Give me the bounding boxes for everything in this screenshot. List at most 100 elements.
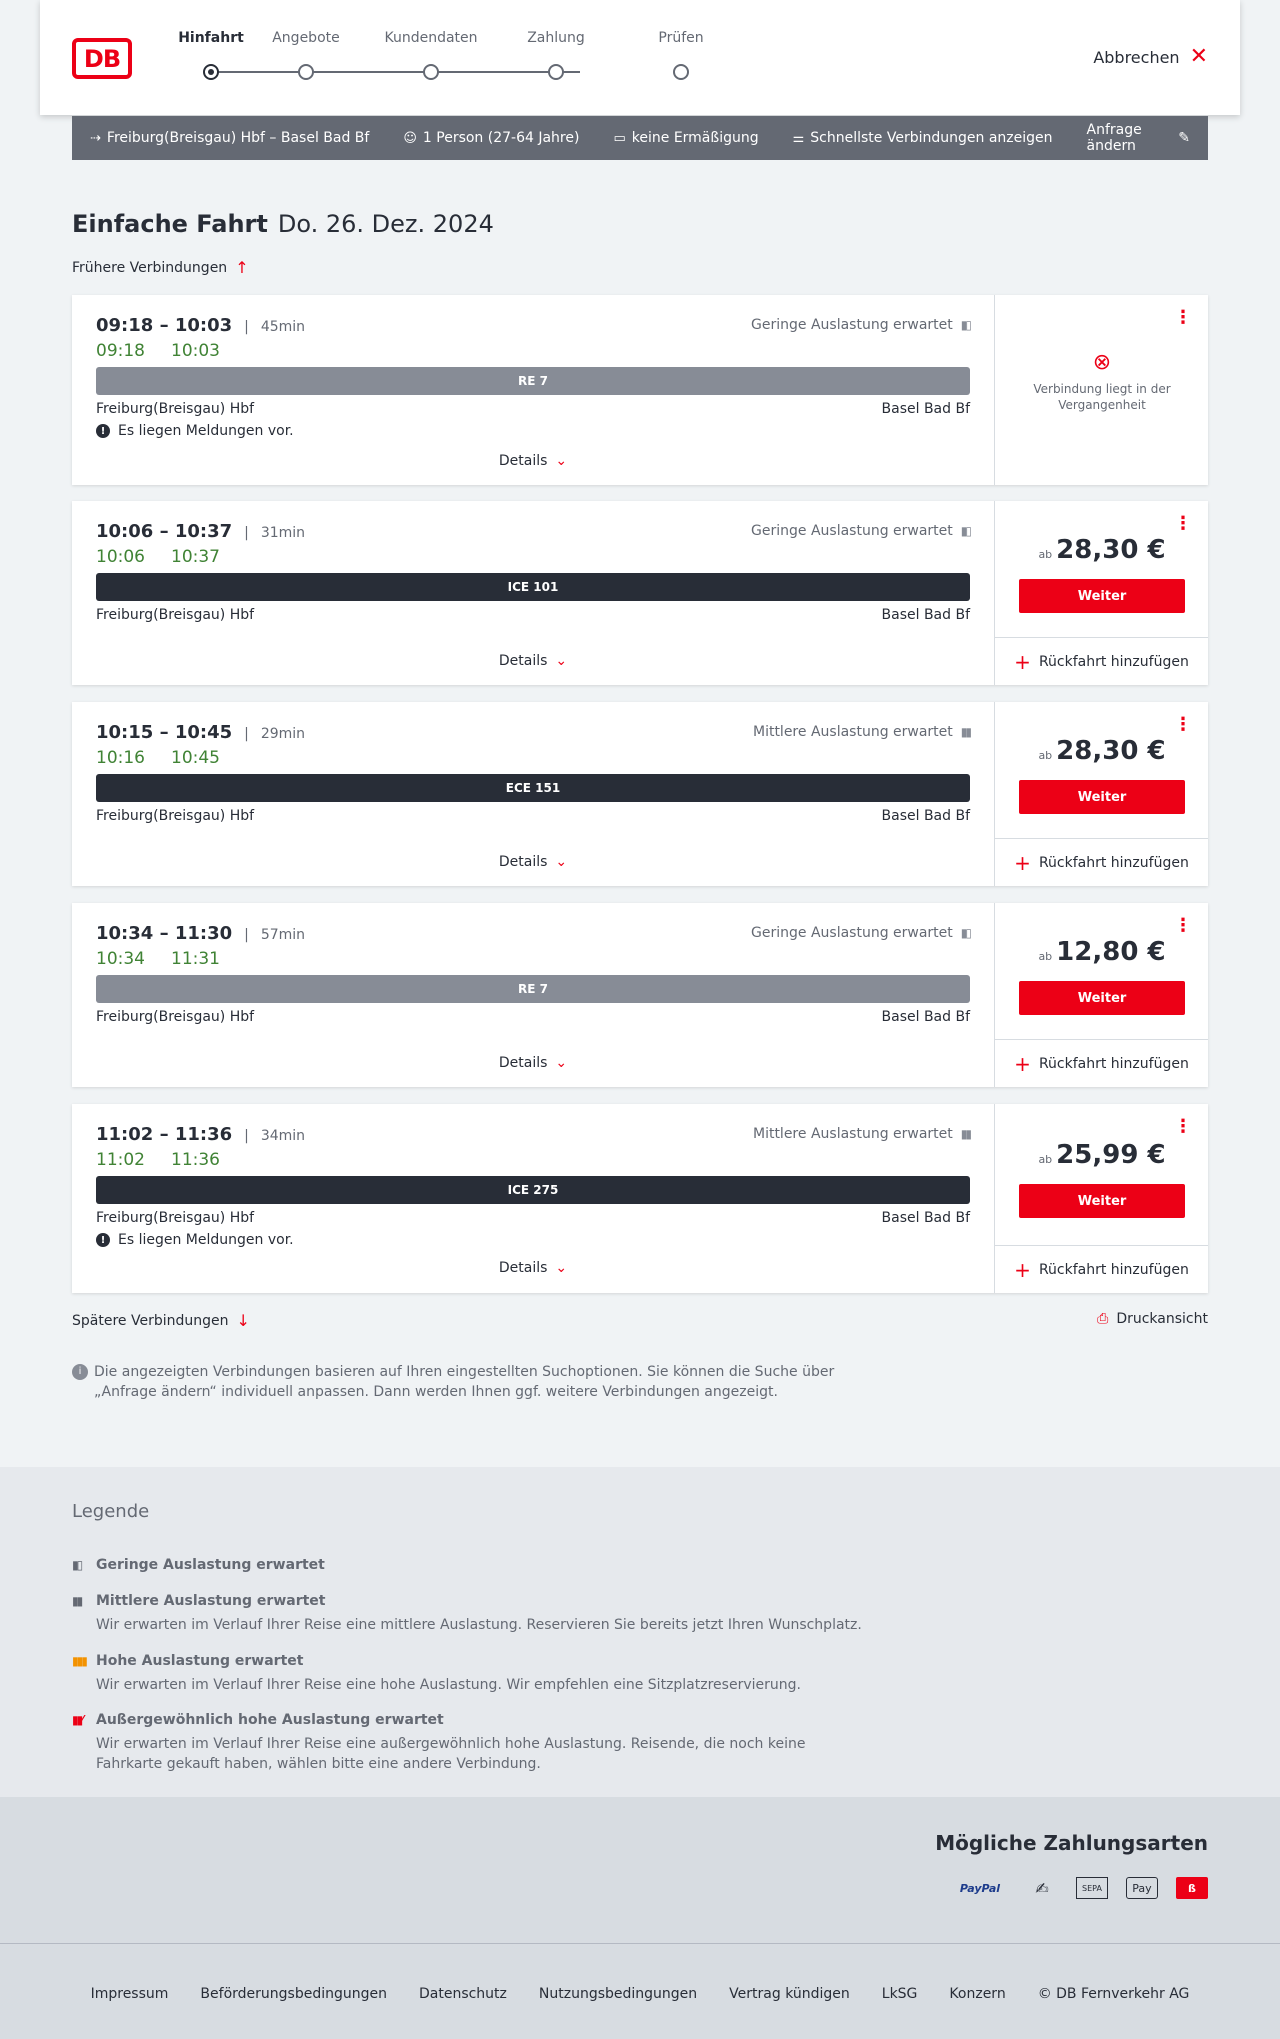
realtime-times: 09:18 10:03 xyxy=(96,341,220,361)
occupancy-label: Geringe Auslastung erwartet xyxy=(751,317,953,333)
step-dot xyxy=(423,64,439,80)
departure-station: Freiburg(Breisgau) Hbf xyxy=(96,607,255,623)
footer-link-konzern[interactable]: Konzern xyxy=(949,1986,1005,2002)
more-options-icon[interactable]: ⋮ xyxy=(1174,1116,1192,1137)
edit-query-button[interactable]: Anfrage ändern ✎ xyxy=(1087,122,1191,154)
train-bar[interactable]: RE 7 xyxy=(96,975,970,1003)
payment-icons: PayPal ✍ SEPA Pay ß xyxy=(952,1877,1208,1899)
realtime-departure: 09:18 xyxy=(96,341,145,361)
connection-times: 10:15 – 10:45 | 29min xyxy=(96,722,305,743)
separator: | xyxy=(244,927,249,943)
occupancy-info: Geringe Auslastung erwartet ▮▯ xyxy=(751,523,972,539)
train-bar[interactable]: ECE 151 xyxy=(96,774,970,802)
train-bar[interactable]: ICE 101 xyxy=(96,573,970,601)
details-toggle[interactable]: Details ⌄ xyxy=(72,453,994,469)
arrow-up-icon: ↑ xyxy=(235,258,249,277)
chevron-down-icon: ⌄ xyxy=(555,1055,568,1071)
occupancy-medium-icon: ▮▮ xyxy=(960,1127,972,1141)
price: ab 25,99 € xyxy=(995,1140,1209,1170)
price: ab 28,30 € xyxy=(995,535,1209,565)
query-discount[interactable]: ▭ keine Ermäßigung xyxy=(613,130,758,146)
legend-item-description: Wir erwarten im Verlauf Ihrer Reise eine… xyxy=(96,1677,801,1693)
realtime-arrival: 10:45 xyxy=(171,748,220,768)
legend-item-label: Hohe Auslastung erwartet xyxy=(96,1653,304,1669)
apple-pay-icon: Pay xyxy=(1126,1877,1158,1899)
chevron-down-icon: ⌄ xyxy=(555,653,568,669)
footer-link-vertrag-kuendigen[interactable]: Vertrag kündigen xyxy=(729,1986,850,2002)
pencil-icon: ✎ xyxy=(1178,130,1190,146)
more-options-icon[interactable]: ⋮ xyxy=(1174,714,1192,735)
chevron-down-icon: ⌄ xyxy=(555,1260,568,1276)
step-label: Kundendaten xyxy=(384,30,478,46)
more-options-icon[interactable]: ⋮ xyxy=(1174,307,1192,328)
occupancy-label: Mittlere Auslastung erwartet xyxy=(752,1126,953,1142)
step-dot xyxy=(203,64,219,80)
occupancy-info: Geringe Auslastung erwartet ▮▯ xyxy=(751,925,972,941)
separator: | xyxy=(244,319,249,335)
plus-icon: + xyxy=(1014,1051,1031,1076)
train-bar[interactable]: ICE 275 xyxy=(96,1176,970,1204)
continue-button[interactable]: Weiter xyxy=(1019,579,1185,613)
query-fastest-label: Schnellste Verbindungen anzeigen xyxy=(810,130,1053,146)
add-return-button[interactable]: + Rückfahrt hinzufügen xyxy=(995,1039,1208,1087)
occupancy-extreme-icon: ▮▮⁄ xyxy=(72,1713,83,1727)
progress-steps: Hinfahrt Angebote Kundendaten Zahlung Pr… xyxy=(178,30,740,90)
legend-item-title: ▮▮ Mittlere Auslastung erwartet xyxy=(72,1593,872,1609)
realtime-times: 11:02 11:36 xyxy=(96,1150,220,1170)
step-label: Zahlung xyxy=(527,30,585,46)
details-toggle[interactable]: Details ⌄ xyxy=(72,653,994,669)
footer-link-datenschutz[interactable]: Datenschutz xyxy=(419,1986,507,2002)
add-return-button[interactable]: + Rückfahrt hinzufügen xyxy=(995,637,1208,685)
footer-link-nutzungsbedingungen[interactable]: Nutzungsbedingungen xyxy=(539,1986,697,2002)
query-fastest[interactable]: ⚌ Schnellste Verbindungen anzeigen xyxy=(793,130,1053,146)
search-info-text: Die angezeigten Verbindungen basieren au… xyxy=(94,1364,835,1400)
train-bar[interactable]: RE 7 xyxy=(96,367,970,395)
continue-button[interactable]: Weiter xyxy=(1019,780,1185,814)
connection-info: 10:34 – 11:30 | 57min 10:34 11:31 Geringe … xyxy=(72,903,994,1087)
add-return-button[interactable]: + Rückfahrt hinzufügen xyxy=(995,838,1208,886)
details-toggle[interactable]: Details ⌄ xyxy=(72,1055,994,1071)
departure-station: Freiburg(Breisgau) Hbf xyxy=(96,1009,255,1025)
query-persons[interactable]: ☺ 1 Person (27-64 Jahre) xyxy=(403,130,579,146)
chevron-down-icon: ⌄ xyxy=(555,453,568,469)
separator: | xyxy=(244,525,249,541)
earlier-connections-link[interactable]: Frühere Verbindungen ↑ xyxy=(72,258,249,277)
offer-panel: ⋮ ab 25,99 € Weiter + Rückfahrt hinzufüge… xyxy=(994,1104,1208,1293)
duration: 31min xyxy=(260,525,306,541)
footer-link-impressum[interactable]: Impressum xyxy=(91,1986,169,2002)
continue-button[interactable]: Weiter xyxy=(1019,1184,1185,1218)
filter-icon: ⚌ xyxy=(792,130,805,146)
footer-link-lksg[interactable]: LkSG xyxy=(882,1986,918,2002)
price-value: 12,80 € xyxy=(1056,937,1166,967)
realtime-arrival: 11:36 xyxy=(171,1150,220,1170)
legend-item-extreme: ▮▮⁄ Außergewöhnlich hohe Auslastung erwar… xyxy=(72,1712,872,1774)
price-value: 28,30 € xyxy=(1056,736,1166,766)
db-logo[interactable]: DB xyxy=(72,38,132,79)
cancel-button[interactable]: Abbrechen ✕ xyxy=(1093,46,1208,68)
search-info-notice: i Die angezeigten Verbindungen basieren … xyxy=(72,1362,852,1402)
more-options-icon[interactable]: ⋮ xyxy=(1174,513,1192,534)
query-route[interactable]: ⇢ Freiburg(Breisgau) Hbf – Basel Bad Bf xyxy=(90,130,369,146)
legend-item-label: Geringe Auslastung erwartet xyxy=(96,1557,325,1573)
step-angebote: Angebote xyxy=(246,30,366,80)
offer-panel: ⋮ ab 12,80 € Weiter + Rückfahrt hinzufüge… xyxy=(994,903,1208,1087)
occupancy-low-icon: ▮▯ xyxy=(960,926,972,940)
footer-link-befoerderungsbedingungen[interactable]: Beförderungsbedingungen xyxy=(200,1986,387,2002)
planned-times: 10:06 – 10:37 xyxy=(96,521,233,542)
details-toggle[interactable]: Details ⌄ xyxy=(72,854,994,870)
connection-card: 10:06 – 10:37 | 31min 10:06 10:37 Geringe … xyxy=(72,501,1208,685)
add-return-button[interactable]: + Rückfahrt hinzufügen xyxy=(995,1245,1208,1293)
query-discount-label: keine Ermäßigung xyxy=(631,130,759,146)
later-connections-link[interactable]: Spätere Verbindungen ↓ xyxy=(72,1311,250,1330)
occupancy-medium-icon: ▮▮ xyxy=(960,725,972,739)
more-options-icon[interactable]: ⋮ xyxy=(1174,915,1192,936)
print-view-link[interactable]: ⎙ Druckansicht xyxy=(1097,1311,1208,1327)
offer-panel: ⋮ ab 28,30 € Weiter + Rückfahrt hinzufüge… xyxy=(994,702,1208,886)
departure-station: Freiburg(Breisgau) Hbf xyxy=(96,1210,255,1226)
step-dot xyxy=(673,64,689,80)
messages-label: Es liegen Meldungen vor. xyxy=(118,423,294,439)
messages-notice: ! Es liegen Meldungen vor. xyxy=(96,423,294,439)
connection-info: 10:15 – 10:45 | 29min 10:16 10:45 Mittlere… xyxy=(72,702,994,886)
details-toggle[interactable]: Details ⌄ xyxy=(72,1260,994,1276)
continue-button[interactable]: Weiter xyxy=(1019,981,1185,1015)
